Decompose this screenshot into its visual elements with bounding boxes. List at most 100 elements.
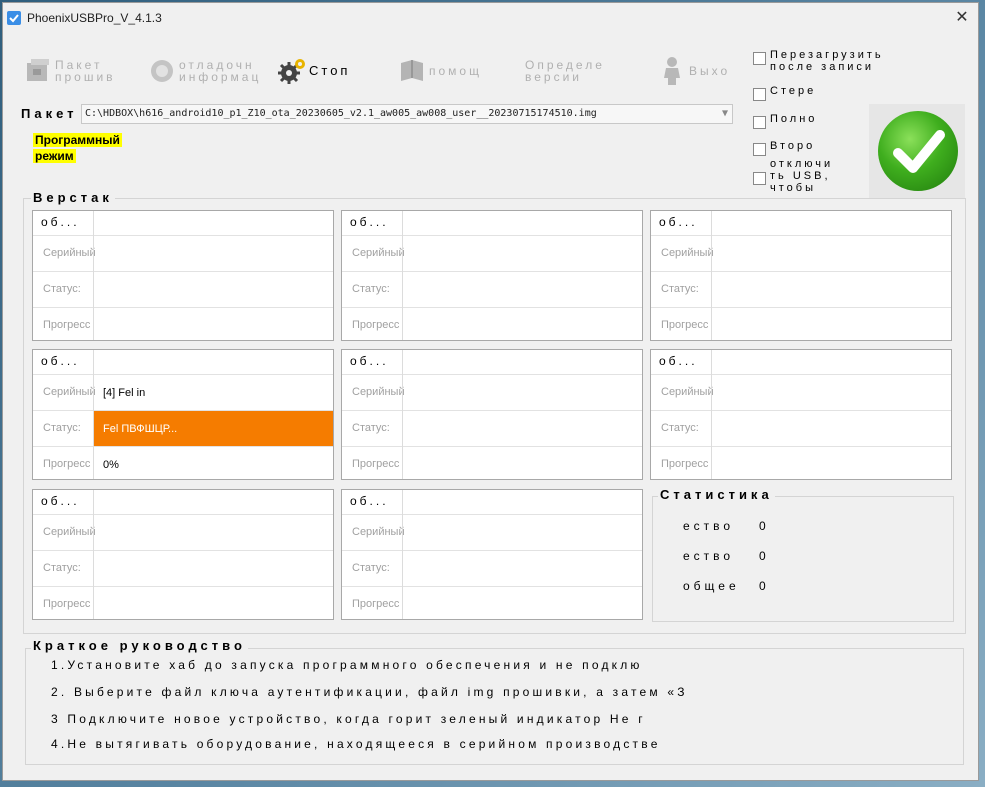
- slot-title: об...: [350, 354, 389, 368]
- slot-progress-label: Прогресс: [352, 319, 400, 331]
- slot-divider: [402, 350, 403, 479]
- app-window: PhoenixUSBPro_V_4.1.3 ✕ Пакет прошив отл…: [2, 2, 979, 781]
- slot-progress-value: 0%: [103, 459, 119, 471]
- slot-serial-row: Серийный: [651, 374, 951, 411]
- slot-status-value: [403, 272, 642, 308]
- option-second-checkbox[interactable]: [753, 143, 766, 156]
- option-reboot-label: Перезагрузить после записи: [770, 49, 884, 73]
- slot-divider: [93, 211, 94, 340]
- guide-line-4: 4.Не вытягивать оборудование, находящеес…: [51, 737, 661, 751]
- slot-serial-label: Серийный: [352, 247, 405, 259]
- slot-serial-label: Серийный: [43, 526, 96, 538]
- slot-serial-value: [94, 236, 333, 272]
- slot-status-value: [712, 272, 951, 308]
- slot-title: об...: [659, 354, 698, 368]
- slot-status-label: Статус:: [43, 562, 81, 574]
- toolbar-version-label: Определе версии: [525, 58, 605, 84]
- option-erase-checkbox[interactable]: [753, 88, 766, 101]
- slot-title: об...: [350, 494, 389, 508]
- option-erase-label: Стере: [770, 85, 817, 97]
- slot-serial-label: Серийный: [43, 247, 96, 259]
- slot-status-label: Статус:: [352, 283, 390, 295]
- app-icon: [7, 11, 21, 25]
- chevron-down-icon[interactable]: ▼: [722, 105, 728, 123]
- package-path-value: C:\HDBOX\h616_android10_p1_Z10_ota_20230…: [85, 108, 597, 119]
- slot-divider: [711, 211, 712, 340]
- slot-progress-value: [94, 308, 333, 344]
- slot-progress-value: [712, 308, 951, 344]
- option-reboot-checkbox[interactable]: [753, 52, 766, 65]
- toolbar-help-button[interactable]: помощ: [397, 51, 482, 91]
- option-second[interactable]: Второ: [753, 140, 815, 156]
- toolbar-debug-button[interactable]: отладочн информац: [147, 51, 261, 91]
- slot-status-label: Статус:: [661, 283, 699, 295]
- slot-progress-label: Прогресс: [43, 458, 91, 470]
- slot-status-row: Статус:: [342, 550, 642, 587]
- slot-progress-value: [403, 447, 642, 483]
- device-slot-5: об... Серийный Статус: Прогресс: [341, 349, 643, 480]
- slot-progress-value: [712, 447, 951, 483]
- slot-status-row: Статус:: [342, 410, 642, 447]
- slot-status-value: [403, 411, 642, 447]
- option-full-label: Полно: [770, 113, 818, 125]
- exit-person-icon: [657, 56, 687, 86]
- slot-serial-value: [403, 515, 642, 551]
- package-icon: [23, 56, 53, 86]
- slot-progress-value: [94, 587, 333, 623]
- slot-status-row: Статус:: [33, 271, 333, 308]
- slot-progress-label: Прогресс: [352, 598, 400, 610]
- option-second-label: Второ: [770, 140, 816, 152]
- slot-status-value: [94, 551, 333, 587]
- package-label: Пакет: [21, 106, 78, 121]
- package-path-select[interactable]: C:\HDBOX\h616_android10_p1_Z10_ota_20230…: [81, 104, 733, 124]
- stats-value-1: 0: [759, 519, 766, 533]
- slot-serial-value: [4] Fel in: [103, 387, 146, 399]
- stats-label-1: ество: [683, 519, 735, 533]
- option-full-checkbox[interactable]: [753, 116, 766, 129]
- device-slot-7: об... Серийный Статус: Прогресс: [32, 489, 334, 620]
- debug-icon: [147, 56, 177, 86]
- slot-progress-label: Прогресс: [661, 319, 709, 331]
- slot-divider: [711, 350, 712, 479]
- toolbar-stop-button[interactable]: Стоп: [277, 51, 350, 91]
- slot-serial-value: [712, 236, 951, 272]
- guide-line-2: 2. Выберите файл ключа аутентификации, ф…: [51, 685, 688, 699]
- slot-status-row: Статус: Fel ПВФШЦР...: [33, 410, 333, 447]
- slot-serial-label: Серийный: [352, 386, 405, 398]
- slot-status-label: Статус:: [661, 422, 699, 434]
- toolbar-exit-label: Выхо: [689, 64, 731, 78]
- slot-progress-row: Прогресс: [33, 307, 333, 344]
- slot-progress-row: Прогресс: [342, 586, 642, 623]
- green-check-icon: [878, 111, 958, 191]
- status-indicator: [869, 104, 965, 198]
- slot-progress-row: Прогресс: [342, 307, 642, 344]
- device-slot-6: об... Серийный Статус: Прогресс: [650, 349, 952, 480]
- slot-progress-label: Прогресс: [43, 598, 91, 610]
- slot-serial-row: Серийный: [342, 514, 642, 551]
- toolbar-version-button[interactable]: Определе версии: [517, 51, 605, 91]
- device-slot-2: об... Серийный Статус: Прогресс: [341, 210, 643, 341]
- version-icon: [517, 56, 523, 86]
- option-disconnect-usb[interactable]: отключи ть USB, чтобы: [753, 158, 833, 194]
- title-bar: PhoenixUSBPro_V_4.1.3 ✕: [3, 3, 978, 33]
- option-disconnect-usb-checkbox[interactable]: [753, 172, 766, 185]
- slot-status-label: Статус:: [352, 562, 390, 574]
- close-button[interactable]: ✕: [950, 6, 974, 30]
- slot-progress-row: Прогресс: [342, 446, 642, 483]
- slot-progress-value: [403, 587, 642, 623]
- option-reboot-after-write[interactable]: Перезагрузить после записи: [753, 49, 884, 73]
- stats-label-2: ество: [683, 549, 735, 563]
- slot-status-value: [94, 272, 333, 308]
- toolbar-stop-label: Стоп: [309, 63, 351, 78]
- slot-status-label: Статус:: [43, 422, 81, 434]
- slot-progress-row: Прогресс: [33, 586, 333, 623]
- option-full[interactable]: Полно: [753, 113, 817, 129]
- toolbar-package-button[interactable]: Пакет прошив: [23, 51, 116, 91]
- slot-serial-row: Серийный: [33, 514, 333, 551]
- slot-title: об...: [41, 354, 80, 368]
- slot-serial-label: Серийный: [43, 386, 96, 398]
- toolbar-exit-button[interactable]: Выхо: [657, 51, 730, 91]
- option-erase[interactable]: Стере: [753, 85, 816, 101]
- slot-serial-label: Серийный: [352, 526, 405, 538]
- gears-icon: [277, 56, 307, 86]
